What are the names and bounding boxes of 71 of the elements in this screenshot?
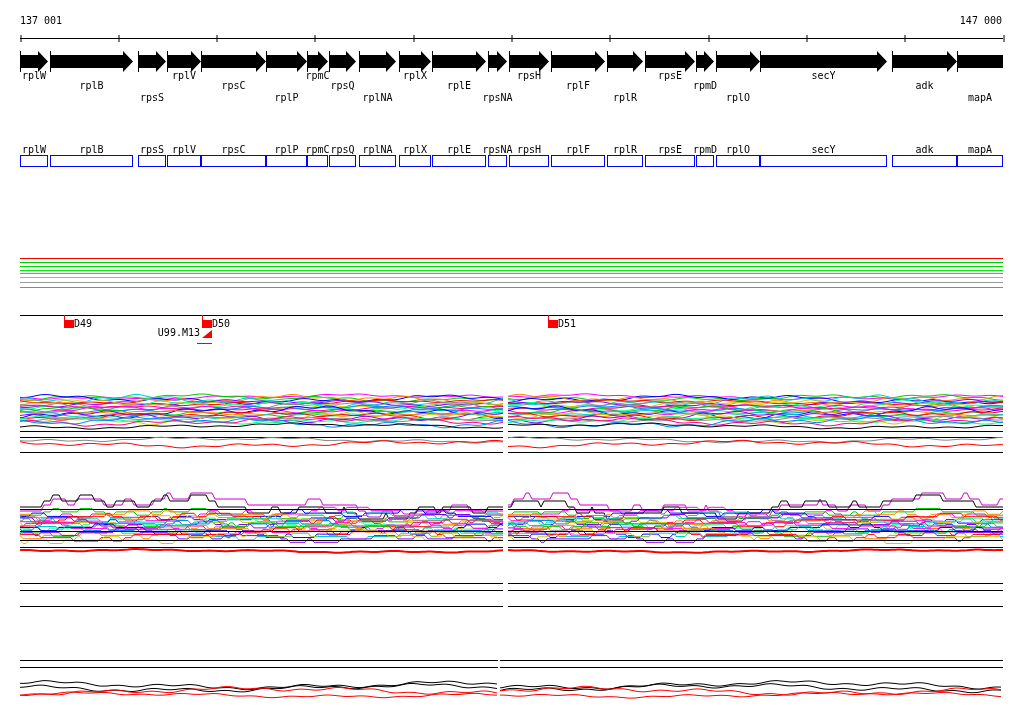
gene-box-label: rplV [171,144,197,155]
gene-arrow [957,50,1003,73]
gene-arrow [892,50,957,73]
gene-box-label: rpsQ [330,144,355,155]
gene-box-label: rpsNA [482,144,513,155]
gene-box-label: rplX [402,144,428,155]
gene-label: rplO [725,92,751,103]
gene-box [359,155,396,167]
gene-label: rpsQ [330,80,355,91]
gene-box [329,155,356,167]
gene-label: secY [811,70,836,81]
gene-box-label: rplW [21,144,47,155]
gene-box [488,155,507,167]
gene-label: rplV [171,70,197,81]
gene-label: rpmD [692,80,718,91]
gene-box-label: rplNA [362,144,393,155]
gene-label: rpsH [516,70,542,81]
gene-label: adk [915,80,934,91]
gene-box [138,155,166,167]
gene-box-label: rpsS [139,144,165,155]
gene-box [20,155,48,167]
gene-box-label: rpsE [657,144,683,155]
gene-box-label: rpsH [516,144,542,155]
ruler-end-label: 147 000 [959,15,1002,26]
gene-arrow [329,50,356,73]
gene-label: rplB [79,80,104,91]
marker-flag [64,314,74,329]
gene-arrow [20,50,48,73]
gene-label: rplW [21,70,47,81]
marker-label: D51 [558,318,577,329]
gene-box-label: secY [811,144,836,155]
gene-label: rpsNA [482,92,513,103]
gene-label: rplR [612,92,638,103]
gene-box [607,155,643,167]
gene-box [509,155,549,167]
gene-box-label: rplP [274,144,299,155]
gene-box [892,155,957,167]
gene-box-label: rpmD [692,144,718,155]
gene-label: rplNA [362,92,393,103]
gene-arrow [488,50,507,73]
gene-box-label: rplO [725,144,751,155]
gene-box-label: rplE [446,144,472,155]
gene-label: rpsE [657,70,683,81]
marker-label: D50 [212,318,231,329]
gene-arrow [138,50,166,73]
marker-label: D49 [74,318,93,329]
gene-label: rpmC [305,70,330,81]
gene-label: rplE [446,80,472,91]
gene-arrow [359,50,396,73]
gene-box [957,155,1003,167]
marker-flag [548,314,558,329]
gene-label: rpsS [139,92,165,103]
gene-box-label: rplB [79,144,104,155]
probe-label: U99.M13 [157,327,200,338]
ruler-start-label: 137 001 [20,15,63,26]
gene-label: rpsC [221,80,246,91]
gene-box-label: rplF [565,144,591,155]
gene-label: rplP [274,92,299,103]
gene-arrow [509,50,549,73]
gene-label: mapA [967,92,993,103]
gene-box-label: adk [915,144,934,155]
gene-label: rplX [402,70,428,81]
marker-flag [202,314,212,329]
gene-box [551,155,605,167]
gene-box-label: rplR [612,144,638,155]
gene-box-label: mapA [967,144,993,155]
gene-box-label: rpmC [305,144,330,155]
gene-arrow [607,50,643,73]
gene-arrow [551,50,605,73]
gene-label: rplF [565,80,591,91]
gene-box-label: rpsC [221,144,246,155]
